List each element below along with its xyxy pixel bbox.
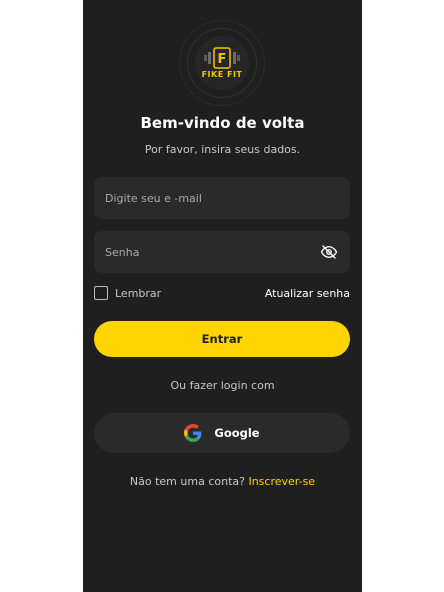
remember-row: Lembrar Atualizar senha xyxy=(94,284,350,302)
page-title: Bem-vindo de volta xyxy=(140,114,305,132)
remember-checkbox-group[interactable]: Lembrar xyxy=(94,286,161,300)
update-password-link[interactable]: Atualizar senha xyxy=(265,287,350,300)
brand-logo: F FIKE FIT xyxy=(179,20,265,106)
email-input[interactable] xyxy=(105,191,339,205)
google-icon xyxy=(184,424,202,442)
signup-row: Não tem uma conta? Inscrever-se xyxy=(83,475,362,488)
checkbox-icon[interactable] xyxy=(94,286,108,300)
password-input[interactable] xyxy=(105,245,319,259)
page-subtitle: Por favor, insira seus dados. xyxy=(144,143,301,156)
brand-name: FIKE FIT xyxy=(201,70,243,79)
signup-prompt: Não tem uma conta? xyxy=(129,475,245,488)
email-field[interactable] xyxy=(94,177,350,219)
remember-label: Lembrar xyxy=(115,286,162,300)
google-label: Google xyxy=(214,426,260,440)
eye-off-icon[interactable] xyxy=(319,242,339,262)
google-login-button[interactable]: Google xyxy=(94,413,350,453)
svg-text:F: F xyxy=(218,52,227,67)
login-button[interactable]: Entrar xyxy=(94,321,350,357)
signup-link[interactable]: Inscrever-se xyxy=(248,475,315,488)
or-login-with-text: Ou fazer login com xyxy=(170,379,275,392)
password-field[interactable] xyxy=(94,231,350,273)
logo-badge: F FIKE FIT xyxy=(195,36,249,90)
login-screen: F FIKE FIT Bem-vindo de volta Por favor,… xyxy=(83,0,362,592)
dumbbell-f-icon: F xyxy=(204,47,240,69)
